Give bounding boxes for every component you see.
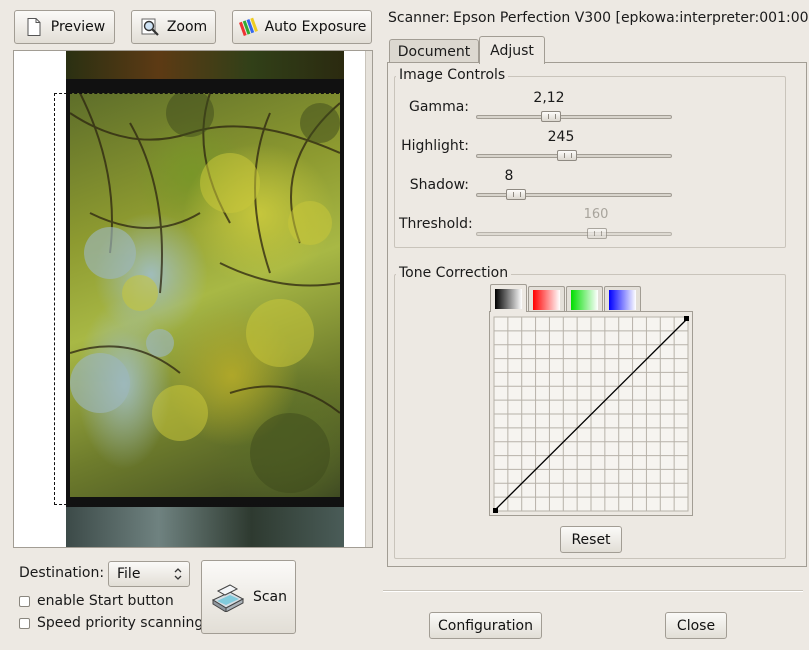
gamma-slider[interactable] — [476, 115, 672, 119]
shadow-value: 8 — [504, 168, 514, 184]
threshold-label: Threshold: — [399, 216, 473, 232]
tone-tab-gray[interactable] — [490, 284, 527, 312]
highlight-value: 245 — [547, 129, 575, 145]
close-label: Close — [676, 617, 716, 634]
gamma-label: Gamma: — [409, 99, 469, 115]
preview-button[interactable]: Preview — [14, 10, 115, 44]
tab-adjust[interactable]: Adjust — [479, 36, 545, 64]
tone-curve-editor[interactable] — [489, 311, 693, 516]
scanner-icon — [211, 584, 245, 612]
preview-film-top-frame — [66, 51, 344, 79]
configuration-button[interactable]: Configuration — [429, 612, 542, 639]
zoom-icon — [141, 18, 159, 36]
tab-document[interactable]: Document — [389, 39, 479, 63]
zoom-button[interactable]: Zoom — [131, 10, 216, 44]
threshold-slider-handle[interactable] — [586, 228, 607, 239]
threshold-slider[interactable] — [476, 232, 672, 236]
red-gradient-icon — [533, 289, 560, 310]
scanner-label: Scanner: — [388, 10, 450, 26]
tab-document-label: Document — [397, 43, 471, 60]
reset-label: Reset — [571, 531, 611, 548]
reset-button[interactable]: Reset — [560, 526, 622, 553]
scan-label: Scan — [252, 589, 288, 605]
gamma-slider-handle[interactable] — [541, 111, 562, 122]
tone-curve-grid — [493, 316, 689, 513]
destination-selected: File — [117, 566, 141, 582]
curve-end-point[interactable] — [684, 316, 689, 321]
tone-correction-title: Tone Correction — [396, 265, 512, 281]
auto-exposure-button[interactable]: Auto Exposure — [232, 10, 372, 44]
tone-tab-green[interactable] — [566, 286, 603, 312]
shadow-slider-handle[interactable] — [505, 189, 526, 200]
destination-label: Destination: — [19, 565, 105, 581]
threshold-value: 160 — [583, 207, 609, 222]
green-gradient-icon — [571, 289, 598, 310]
up-down-arrows-icon — [174, 568, 182, 580]
preview-label: Preview — [50, 19, 106, 35]
destination-select[interactable]: File — [108, 561, 190, 587]
highlight-label: Highlight: — [401, 138, 469, 154]
preview-canvas[interactable] — [13, 50, 373, 548]
auto-exposure-label: Auto Exposure — [264, 19, 367, 35]
speed-priority-checkbox[interactable] — [19, 618, 30, 629]
document-icon — [27, 18, 41, 36]
speed-priority-label: Speed priority scanning — [37, 615, 204, 631]
scan-button[interactable]: Scan — [201, 560, 296, 634]
gamma-value: 2,12 — [533, 90, 565, 106]
gray-gradient-icon — [495, 288, 522, 309]
preview-film-bottom-frame — [66, 507, 344, 547]
selection-rectangle[interactable] — [54, 93, 344, 505]
shadow-label: Shadow: — [409, 177, 469, 193]
tab-adjust-label: Adjust — [490, 42, 534, 59]
configuration-label: Configuration — [438, 617, 533, 634]
bottom-separator — [383, 590, 803, 592]
color-palette-icon — [238, 17, 258, 36]
blue-gradient-icon — [609, 289, 636, 310]
scanner-name: Epson Perfection V300 [epkowa:interprete… — [453, 10, 809, 26]
curve-start-point[interactable] — [493, 508, 498, 513]
zoom-label: Zoom — [166, 19, 208, 35]
enable-start-label: enable Start button — [37, 593, 174, 609]
enable-start-checkbox[interactable] — [19, 596, 30, 607]
close-button[interactable]: Close — [665, 612, 727, 639]
tone-tab-red[interactable] — [528, 286, 565, 312]
image-controls-title: Image Controls — [396, 67, 509, 83]
preview-scrollbar[interactable] — [365, 51, 372, 547]
highlight-slider-handle[interactable] — [556, 150, 577, 161]
tone-tab-blue[interactable] — [604, 286, 641, 312]
